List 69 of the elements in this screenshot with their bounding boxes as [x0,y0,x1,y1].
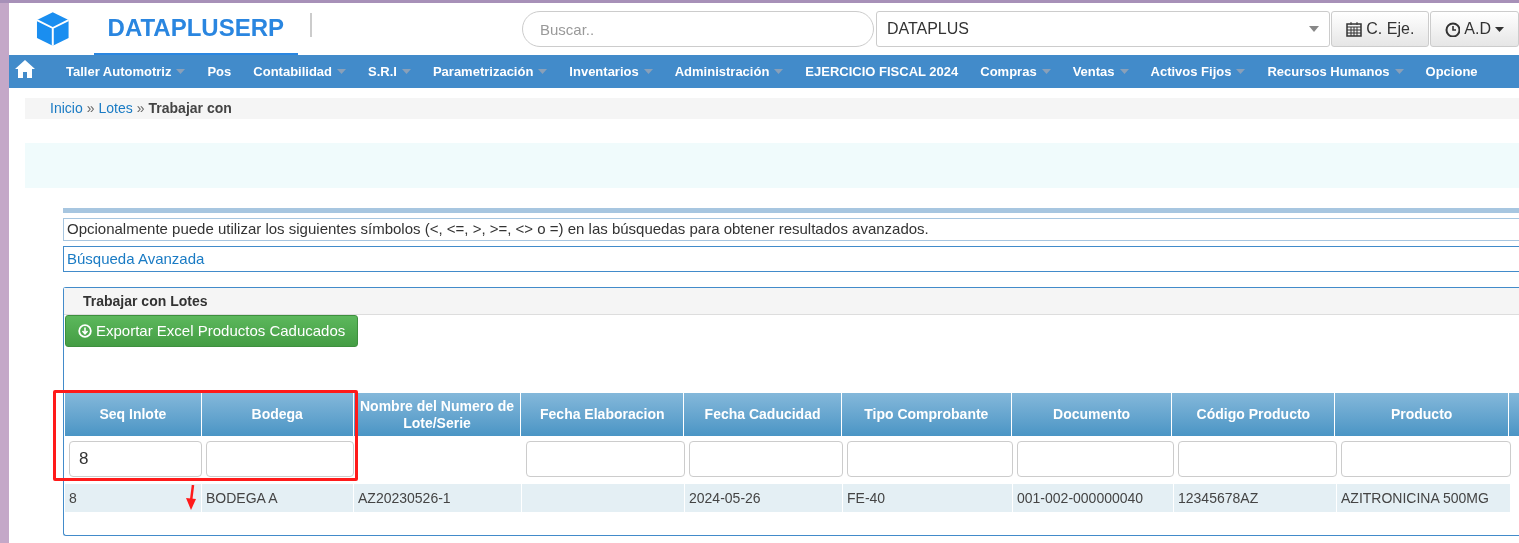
company-select[interactable]: DATAPLUS [875,11,1331,47]
user-button[interactable]: A.D [1430,11,1519,47]
column-header[interactable]: Producto [1335,393,1510,436]
nav-menu-item[interactable]: Ventas [1064,55,1143,88]
breadcrumb-link[interactable]: Lotes [98,98,133,119]
nav-menu-item[interactable]: S.R.I [360,55,425,88]
download-icon [78,324,92,338]
column-header[interactable]: Seq Inlote [65,393,202,436]
caret-icon [774,69,784,74]
table-cell: 2024-05-26 [685,484,843,512]
column-header[interactable]: Código Producto [1172,393,1336,436]
caret-icon [643,69,653,74]
column-header[interactable]: Tipo Comprobante [841,393,1012,436]
caret-icon [1041,69,1051,74]
home-icon[interactable] [14,58,36,79]
nav-menu-item[interactable]: Activos Fijos [1142,55,1260,88]
filter-field[interactable] [526,440,685,477]
table-cell: 001-002-000000040 [1013,484,1174,512]
table-cell: FE-40 [843,484,1013,512]
caret-icon [1119,69,1129,74]
column-header[interactable] [1509,393,1519,436]
filter-field[interactable] [689,440,843,477]
column-header[interactable]: Nombre del Numero de Lote/Serie [353,393,522,436]
caret-icon [176,69,186,74]
column-header[interactable]: Documento [1011,393,1173,436]
filter-field[interactable] [847,440,1013,477]
column-header[interactable]: Fecha Elaboracion [521,393,685,436]
calendar-button[interactable]: C. Eje. [1331,11,1430,47]
nav-menu-item[interactable]: Taller Automotriz [58,55,200,88]
nav-menu-item[interactable]: Pos [199,55,246,88]
nav-menu-item[interactable]: Recursos Humanos [1259,55,1418,88]
clock-icon [1445,21,1461,37]
export-button[interactable]: Exportar Excel Productos Caducados [65,315,359,347]
caret-icon [538,69,548,74]
breadcrumb-link[interactable]: Inicio [50,98,83,119]
table-cell: AZ20230526-1 [354,484,522,512]
breadcrumb-separator: » [85,99,96,118]
nav-menu-item[interactable]: Inventarios [561,55,667,88]
column-header[interactable]: Bodega [201,393,354,436]
cube-logo-icon [35,11,71,47]
table-cell: 8 [65,484,202,512]
caret-icon [1309,26,1320,32]
breadcrumb-current: Trabajar con [148,99,232,118]
filter-field[interactable] [1178,440,1337,477]
caret-icon [401,69,411,74]
column-header[interactable]: Fecha Caducidad [684,393,842,436]
nav-menu-item[interactable]: EJERCICIO FISCAL 2024 [797,55,973,88]
breadcrumb-separator: » [135,99,146,118]
nav-menu-item[interactable]: Opcione [1417,55,1492,88]
nav-menu-item[interactable]: Compras [972,55,1065,88]
table-cell: AZITRONICINA 500MG [1337,484,1511,512]
nav-menu-item[interactable]: Parametrización [424,55,562,88]
panel-title: Trabajar con Lotes [83,291,208,311]
arrow-annotation [186,485,196,511]
search-field[interactable]: Buscar.. [521,11,874,47]
info-text: Opcionalmente puede utilizar los siguientes símbolos (<, <=, >, >=, <> o =) en las búsquedas para obtener resultados avanzados. [63,218,1519,241]
table-cell: 12345678AZ [1174,484,1337,512]
nav-menu-item[interactable]: Contabilidad [245,55,360,88]
filter-field[interactable] [1017,440,1174,477]
caret-icon [1236,69,1246,74]
table-cell: BODEGA A [202,484,354,512]
filter-field[interactable]: 8 [69,440,202,477]
caret-icon [1495,26,1504,32]
filter-field[interactable] [1341,440,1511,477]
calendar-icon [1346,21,1363,37]
nav-menu-item[interactable]: Administración [666,55,798,88]
filter-field[interactable] [206,440,354,477]
caret-icon [337,69,346,74]
caret-icon [1394,69,1404,74]
